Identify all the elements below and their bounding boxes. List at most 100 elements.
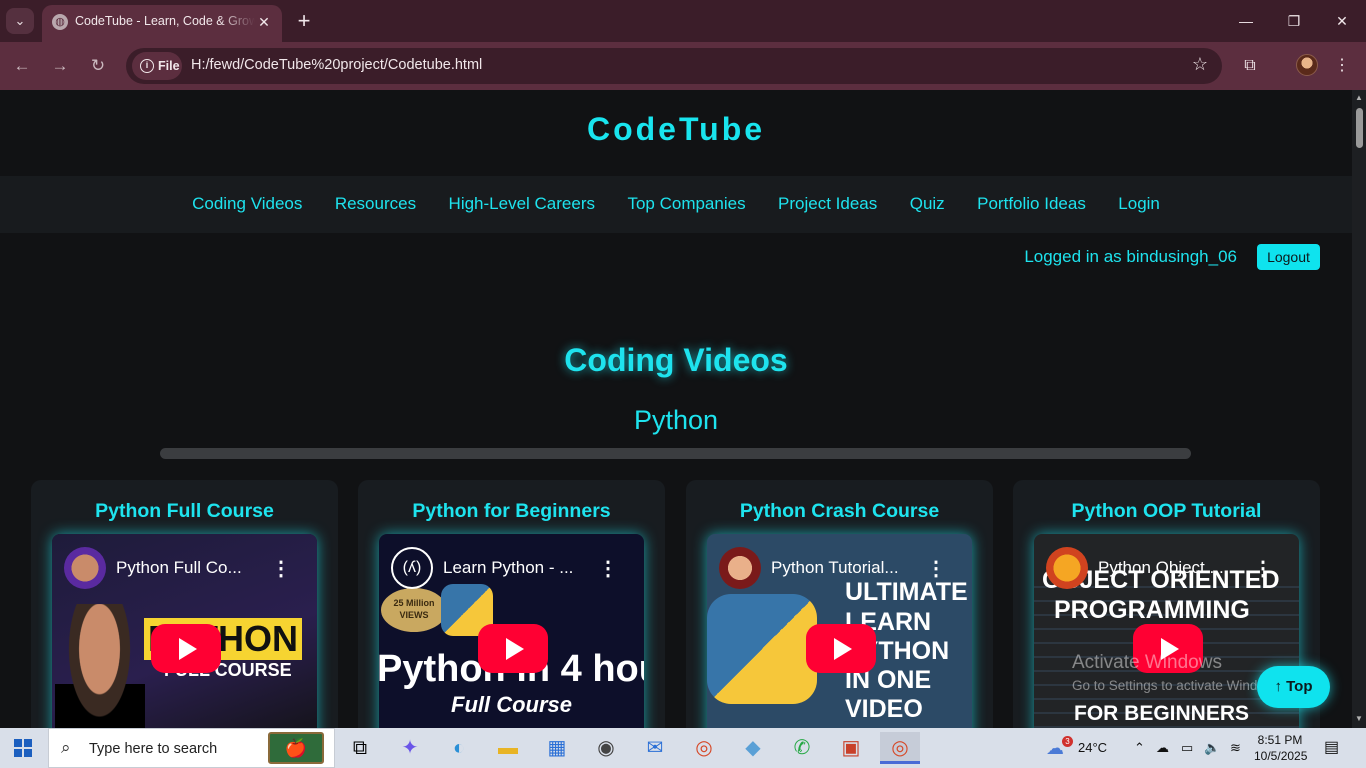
channel-avatar[interactable] bbox=[719, 547, 761, 589]
site-nav: Coding Videos Resources High-Level Caree… bbox=[0, 176, 1352, 233]
video-title[interactable]: Python Object ... bbox=[1098, 558, 1258, 578]
video-card: Python Crash Course ULTIMATE LEARN PYTHO… bbox=[686, 480, 993, 728]
browser-tab-bar: ⌄ ◍ CodeTube - Learn, Code & Grow ✕ + — … bbox=[0, 0, 1366, 42]
new-tab-button[interactable]: + bbox=[293, 8, 315, 34]
edge-icon[interactable]: ◐ bbox=[439, 732, 479, 764]
video-embed[interactable]: OBJECT ORIENTED PROGRAMMING FOR BEGINNER… bbox=[1034, 534, 1299, 728]
card-title: Python for Beginners bbox=[412, 500, 611, 522]
scroll-up-icon[interactable]: ▲ bbox=[1354, 93, 1364, 102]
play-button[interactable] bbox=[806, 624, 876, 673]
nav-quiz[interactable]: Quiz bbox=[910, 194, 945, 214]
browser-toolbar: ← → ↻ i File H:/fewd/CodeTube%20project/… bbox=[0, 42, 1366, 90]
card-title: Python OOP Tutorial bbox=[1071, 500, 1262, 522]
video-card: Python for Beginners Python in 4 hours F… bbox=[358, 480, 665, 728]
more-options-icon[interactable]: ⋮ bbox=[926, 556, 946, 581]
more-options-icon[interactable]: ⋮ bbox=[1253, 556, 1273, 581]
channel-avatar[interactable] bbox=[1046, 547, 1088, 589]
play-button[interactable] bbox=[478, 624, 548, 673]
more-options-icon[interactable]: ⋮ bbox=[598, 556, 618, 581]
store-icon[interactable]: ▦ bbox=[537, 732, 577, 764]
restore-button[interactable]: ❐ bbox=[1271, 6, 1317, 36]
thumb-text: FOR BEGINNERS bbox=[1074, 702, 1250, 725]
card-title: Python Full Course bbox=[95, 500, 274, 522]
back-to-top-button[interactable]: ↑ Top bbox=[1257, 666, 1330, 708]
search-icon: ⌕ bbox=[61, 738, 71, 757]
whatsapp-icon[interactable]: ✆ bbox=[782, 732, 822, 764]
task-view-icon[interactable]: ⧉ bbox=[340, 732, 380, 764]
scroll-down-icon[interactable]: ▼ bbox=[1354, 714, 1364, 723]
bookmark-star-icon[interactable]: ☆ bbox=[1192, 54, 1208, 75]
thumb-text: ULTIMATE bbox=[845, 578, 968, 606]
back-button[interactable]: ← bbox=[8, 52, 36, 80]
instructor-figure bbox=[52, 604, 147, 728]
page-scrollbar[interactable]: ▲ ▼ bbox=[1352, 90, 1366, 728]
taskbar-search-box[interactable]: ⌕ Type here to search 🍎 bbox=[48, 728, 335, 768]
chrome-icon[interactable]: ◎ bbox=[684, 732, 724, 764]
search-highlight-icon[interactable]: 🍎 bbox=[268, 732, 324, 764]
browser-tab[interactable]: ◍ CodeTube - Learn, Code & Grow ✕ bbox=[42, 5, 282, 42]
weather-temp[interactable]: 24°C bbox=[1078, 728, 1107, 768]
copilot-icon[interactable]: ✦ bbox=[390, 732, 430, 764]
views-badge: 25 Million VIEWS bbox=[381, 588, 447, 632]
wifi-icon[interactable]: ≋ bbox=[1230, 728, 1241, 768]
more-options-icon[interactable]: ⋮ bbox=[271, 556, 291, 581]
channel-avatar[interactable] bbox=[64, 547, 106, 589]
taskbar-clock[interactable]: 8:51 PM 10/5/2025 bbox=[1254, 732, 1308, 764]
more-menu-icon[interactable]: ⋮ bbox=[1330, 54, 1354, 78]
clock-date: 10/5/2025 bbox=[1254, 749, 1308, 763]
clock-time: 8:51 PM bbox=[1257, 733, 1303, 747]
reload-button[interactable]: ↻ bbox=[84, 52, 112, 80]
battery-icon[interactable]: ▭ bbox=[1181, 728, 1193, 768]
nav-portfolio-ideas[interactable]: Portfolio Ideas bbox=[977, 194, 1086, 214]
tray-chevron-icon[interactable]: ⌃ bbox=[1134, 728, 1145, 768]
extensions-icon[interactable]: ⧉ bbox=[1238, 54, 1262, 78]
notifications-icon[interactable]: ▤ bbox=[1324, 728, 1339, 768]
play-button[interactable] bbox=[151, 624, 221, 673]
video-title[interactable]: Python Tutorial... bbox=[771, 558, 931, 578]
powerpoint-icon[interactable]: ▣ bbox=[831, 732, 871, 764]
info-icon: i bbox=[140, 59, 154, 73]
close-tab-icon[interactable]: ✕ bbox=[254, 12, 274, 32]
video-title[interactable]: Learn Python - ... bbox=[443, 558, 603, 578]
tab-search-button[interactable]: ⌄ bbox=[6, 8, 34, 34]
python-logo-icon bbox=[707, 594, 817, 704]
globe-icon: ◍ bbox=[52, 14, 68, 30]
chrome-active-icon[interactable]: ◎ bbox=[880, 732, 920, 764]
nav-resources[interactable]: Resources bbox=[335, 194, 416, 214]
site-logo[interactable]: CodeTube bbox=[587, 111, 765, 148]
site-info-chip[interactable]: i File bbox=[132, 52, 182, 80]
video-embed[interactable]: PYTHON FULL COURSE Python Full Co... ⋮ bbox=[52, 534, 317, 728]
category-title: Python bbox=[633, 405, 719, 435]
card-title: Python Crash Course bbox=[739, 500, 940, 522]
minimize-button[interactable]: — bbox=[1223, 6, 1269, 36]
logout-button[interactable]: Logout bbox=[1257, 244, 1320, 270]
section-title: Coding Videos bbox=[564, 342, 788, 378]
progress-divider bbox=[160, 448, 1191, 459]
nav-login[interactable]: Login bbox=[1118, 194, 1160, 214]
video-embed[interactable]: ULTIMATE LEARN PYTHON IN ONE VIDEO Pytho… bbox=[707, 534, 972, 728]
nav-coding-videos[interactable]: Coding Videos bbox=[192, 194, 302, 214]
nav-high-level-careers[interactable]: High-Level Careers bbox=[449, 194, 595, 214]
scroll-thumb[interactable] bbox=[1356, 108, 1363, 148]
url-text[interactable]: H:/fewd/CodeTube%20project/Codetube.html bbox=[191, 57, 482, 73]
search-placeholder: Type here to search bbox=[89, 741, 218, 757]
forward-button[interactable]: → bbox=[46, 52, 74, 80]
profile-avatar[interactable] bbox=[1296, 54, 1318, 76]
chrome-profile-icon[interactable]: ◉ bbox=[586, 732, 626, 764]
site-header: CodeTube bbox=[0, 90, 1352, 176]
app-icon[interactable]: ◆ bbox=[733, 732, 773, 764]
mail-icon[interactable]: ✉ bbox=[635, 732, 675, 764]
close-window-button[interactable]: ✕ bbox=[1319, 6, 1365, 36]
nav-top-companies[interactable]: Top Companies bbox=[627, 194, 745, 214]
weather-badge: 3 bbox=[1062, 736, 1073, 747]
file-explorer-icon[interactable]: ▬ bbox=[488, 732, 528, 764]
network-sync-icon[interactable]: ☁ bbox=[1156, 728, 1169, 768]
weather-icon[interactable]: ☁ bbox=[1046, 728, 1070, 768]
video-title[interactable]: Python Full Co... bbox=[116, 558, 276, 578]
volume-icon[interactable]: 🔈 bbox=[1204, 728, 1220, 768]
channel-avatar[interactable]: (ʎ) bbox=[391, 547, 433, 589]
address-bar[interactable]: i File H:/fewd/CodeTube%20project/Codetu… bbox=[126, 48, 1222, 84]
video-embed[interactable]: Python in 4 hours Full Course 25 Million… bbox=[379, 534, 644, 728]
nav-project-ideas[interactable]: Project Ideas bbox=[778, 194, 877, 214]
windows-start-icon[interactable] bbox=[14, 739, 32, 757]
